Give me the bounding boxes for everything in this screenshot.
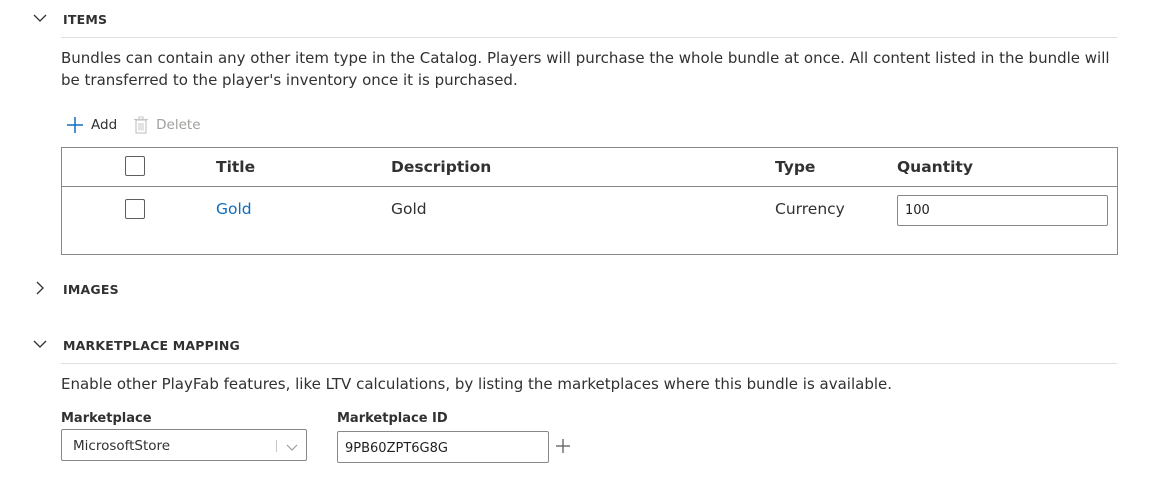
images-expand-chevron-icon[interactable] xyxy=(33,281,47,295)
plus-icon xyxy=(556,439,570,453)
quantity-input[interactable]: 100 xyxy=(897,195,1108,226)
items-section-title[interactable]: ITEMS xyxy=(63,12,107,27)
dropdown-separator xyxy=(276,440,277,452)
marketplace-id-label: Marketplace ID xyxy=(337,411,448,426)
add-marketplace-button[interactable] xyxy=(554,437,572,455)
items-table-header: Title Description Type Quantity xyxy=(62,148,1117,187)
column-header-title[interactable]: Title xyxy=(216,158,255,176)
marketplace-description: Enable other PlayFab features, like LTV … xyxy=(61,375,893,393)
items-toolbar: Add Delete xyxy=(66,114,217,136)
chevron-down-icon xyxy=(286,440,298,456)
item-type: Currency xyxy=(775,200,845,218)
images-section-title[interactable]: IMAGES xyxy=(63,282,119,297)
add-button[interactable]: Add xyxy=(66,116,117,134)
trash-icon xyxy=(133,116,149,134)
row-checkbox[interactable] xyxy=(125,199,145,219)
marketplace-section-divider xyxy=(61,363,1117,364)
item-title-link[interactable]: Gold xyxy=(216,200,252,218)
marketplace-section-title[interactable]: MARKETPLACE MAPPING xyxy=(63,338,240,353)
plus-icon xyxy=(66,116,84,134)
column-header-type[interactable]: Type xyxy=(775,158,815,176)
items-description: Bundles can contain any other item type … xyxy=(61,49,1110,89)
add-button-label: Add xyxy=(91,117,118,133)
item-description: Gold xyxy=(391,200,427,218)
select-all-checkbox[interactable] xyxy=(125,156,145,176)
marketplace-collapse-chevron-icon[interactable] xyxy=(33,337,47,351)
items-table: Title Description Type Quantity Gold Gol… xyxy=(61,147,1118,255)
marketplace-label: Marketplace xyxy=(61,411,152,426)
delete-button-label: Delete xyxy=(156,117,201,133)
column-header-description[interactable]: Description xyxy=(391,158,491,176)
items-collapse-chevron-icon[interactable] xyxy=(33,11,47,25)
items-section-divider xyxy=(61,37,1117,38)
table-row: Gold Gold Currency 100 xyxy=(62,187,1117,233)
marketplace-dropdown-value: MicrosoftStore xyxy=(73,438,171,454)
column-header-quantity[interactable]: Quantity xyxy=(897,158,973,176)
marketplace-id-input[interactable]: 9PB60ZPT6G8G xyxy=(337,431,549,463)
marketplace-dropdown[interactable]: MicrosoftStore xyxy=(61,429,307,461)
delete-button[interactable]: Delete xyxy=(133,116,201,134)
